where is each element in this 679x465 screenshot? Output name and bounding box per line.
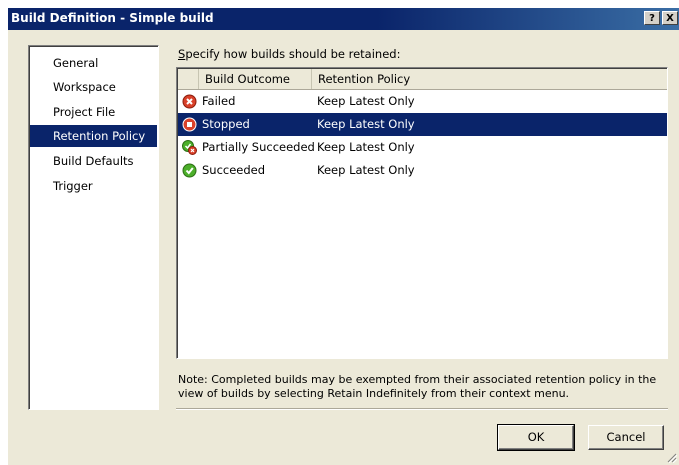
nav-item-trigger[interactable]: Trigger [30, 175, 157, 197]
nav-item-build-defaults[interactable]: Build Defaults [30, 150, 157, 172]
retention-instructions: Specify how builds should be retained: [178, 47, 400, 61]
section-list: General Workspace Project File Retention… [28, 45, 159, 410]
close-button[interactable]: X [662, 11, 678, 25]
grid-header: Build Outcome Retention Policy [178, 69, 667, 90]
nav-item-workspace[interactable]: Workspace [30, 76, 157, 98]
table-row[interactable]: Failed Keep Latest Only [178, 90, 667, 113]
dialog-body: General Workspace Project File Retention… [8, 30, 679, 465]
row-policy[interactable]: Keep Latest Only [317, 136, 415, 159]
row-policy[interactable]: Keep Latest Only [317, 113, 415, 136]
stopped-icon [182, 117, 197, 132]
separator [176, 408, 668, 410]
row-outcome: Succeeded [202, 163, 266, 177]
help-button[interactable]: ? [644, 11, 660, 25]
row-header-stub [178, 69, 199, 89]
failed-icon [182, 94, 197, 109]
nav-item-general[interactable]: General [30, 52, 157, 74]
title-bar[interactable]: Build Definition - Simple build ? X [8, 8, 679, 30]
row-policy[interactable]: Keep Latest Only [317, 159, 415, 182]
retention-note: Note: Completed builds may be exempted f… [178, 373, 657, 400]
succeeded-icon [182, 163, 197, 178]
ok-button[interactable]: OK [497, 424, 575, 451]
dialog-window: Build Definition - Simple build ? X Gene… [0, 0, 679, 465]
column-header-policy[interactable]: Retention Policy [312, 69, 667, 89]
row-policy[interactable]: Keep Latest Only [317, 90, 415, 113]
retention-grid[interactable]: Build Outcome Retention Policy Failed Ke… [176, 67, 668, 359]
partially-succeeded-icon [182, 140, 197, 155]
cancel-button[interactable]: Cancel [588, 425, 664, 450]
row-outcome: Partially Succeeded [202, 140, 315, 154]
resize-grip-icon[interactable] [665, 451, 677, 463]
row-outcome: Failed [202, 94, 236, 108]
row-outcome: Stopped [202, 117, 250, 131]
table-row[interactable]: Partially Succeeded Keep Latest Only [178, 136, 667, 159]
table-row[interactable]: Succeeded Keep Latest Only [178, 159, 667, 182]
nav-item-project-file[interactable]: Project File [30, 101, 157, 123]
column-header-outcome[interactable]: Build Outcome [199, 69, 312, 89]
window-title: Build Definition - Simple build [11, 11, 214, 25]
retention-instructions-text: pecify how builds should be retained: [185, 47, 401, 61]
nav-item-retention-policy[interactable]: Retention Policy [30, 125, 157, 147]
table-row[interactable]: Stopped Keep Latest Only [178, 113, 667, 136]
